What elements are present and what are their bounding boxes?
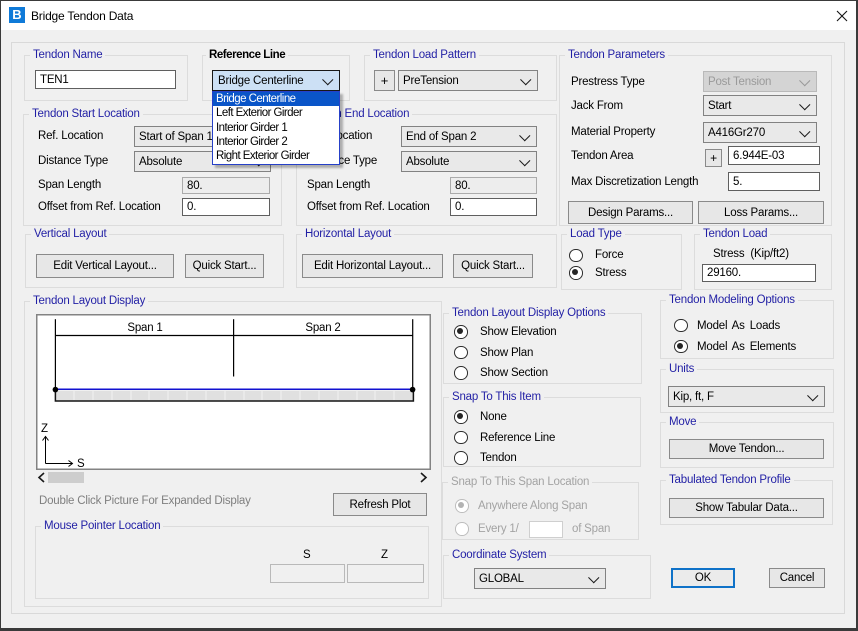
svg-text:Span 1: Span 1 (127, 322, 162, 334)
svg-text:Z: Z (41, 423, 48, 435)
svg-text:S: S (77, 458, 85, 470)
svg-text:Span 2: Span 2 (305, 322, 340, 334)
